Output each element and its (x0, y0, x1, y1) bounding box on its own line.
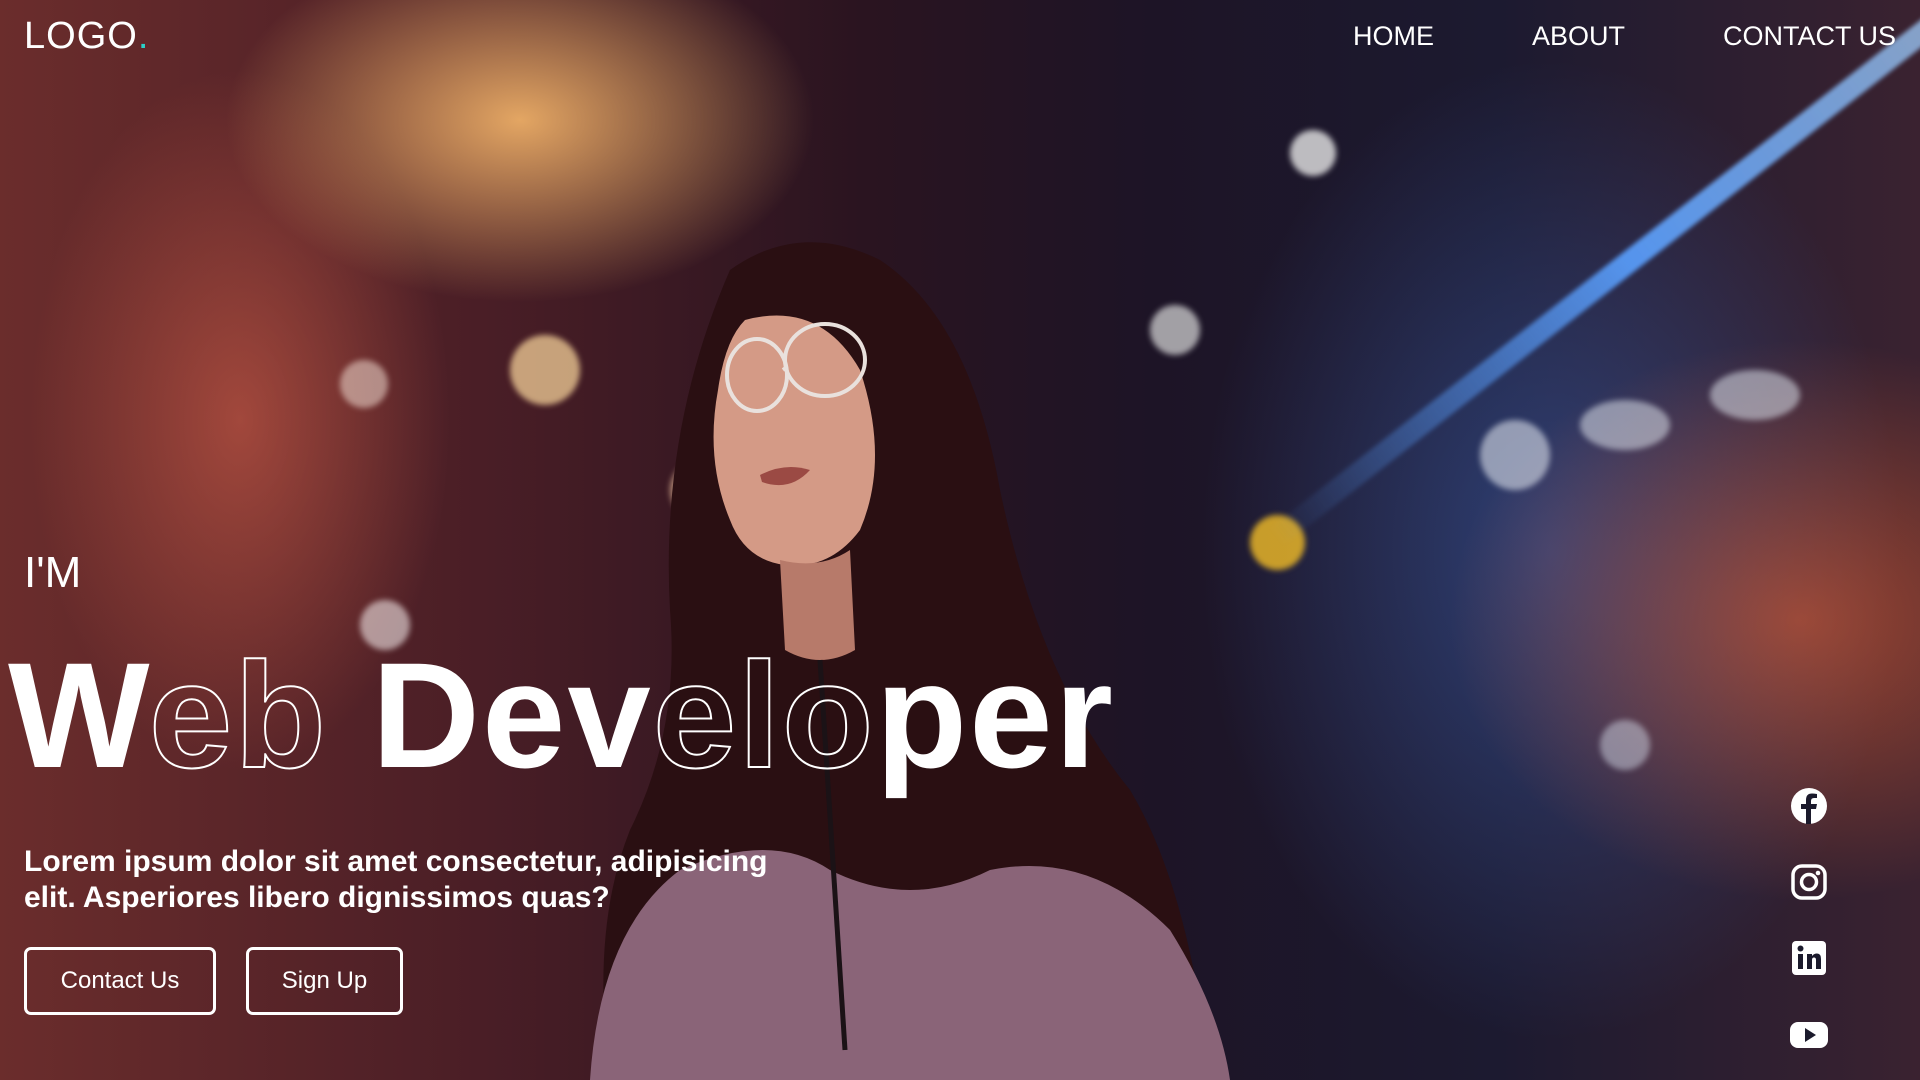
linkedin-icon (1792, 941, 1826, 975)
logo[interactable]: LOGO. (24, 15, 149, 58)
facebook-link[interactable] (1789, 786, 1829, 826)
headline-part-3-solid: per (875, 631, 1115, 799)
main-nav: HOME ABOUT CONTACT US (1353, 21, 1896, 52)
youtube-icon (1790, 1022, 1828, 1048)
contact-us-button[interactable]: Contact Us (24, 947, 216, 1015)
site-header: LOGO. HOME ABOUT CONTACT US (0, 0, 1920, 72)
hero-intro: I'M (24, 548, 82, 597)
linkedin-link[interactable] (1789, 938, 1829, 978)
nav-about-link[interactable]: ABOUT (1532, 21, 1625, 52)
youtube-link[interactable] (1789, 1014, 1829, 1054)
headline-part-2-solid: Dev (371, 631, 653, 799)
instagram-link[interactable] (1789, 862, 1829, 902)
headline-part-1-solid: W (8, 631, 149, 799)
logo-dot: . (137, 14, 150, 57)
headline-part-2-outline: elo (652, 631, 876, 799)
headline-part-1-outline: eb (148, 631, 328, 799)
hero-headline: Web Developer (8, 639, 1115, 791)
hero-description: Lorem ipsum dolor sit amet consectetur, … (24, 845, 768, 914)
logo-text: LOGO (24, 14, 138, 57)
social-links (1789, 786, 1829, 1054)
facebook-icon (1791, 788, 1827, 824)
nav-home-link[interactable]: HOME (1353, 21, 1434, 52)
instagram-icon (1791, 864, 1827, 900)
sign-up-button[interactable]: Sign Up (246, 947, 403, 1015)
nav-contact-link[interactable]: CONTACT US (1723, 21, 1896, 52)
hero-background-image (0, 0, 1920, 1080)
